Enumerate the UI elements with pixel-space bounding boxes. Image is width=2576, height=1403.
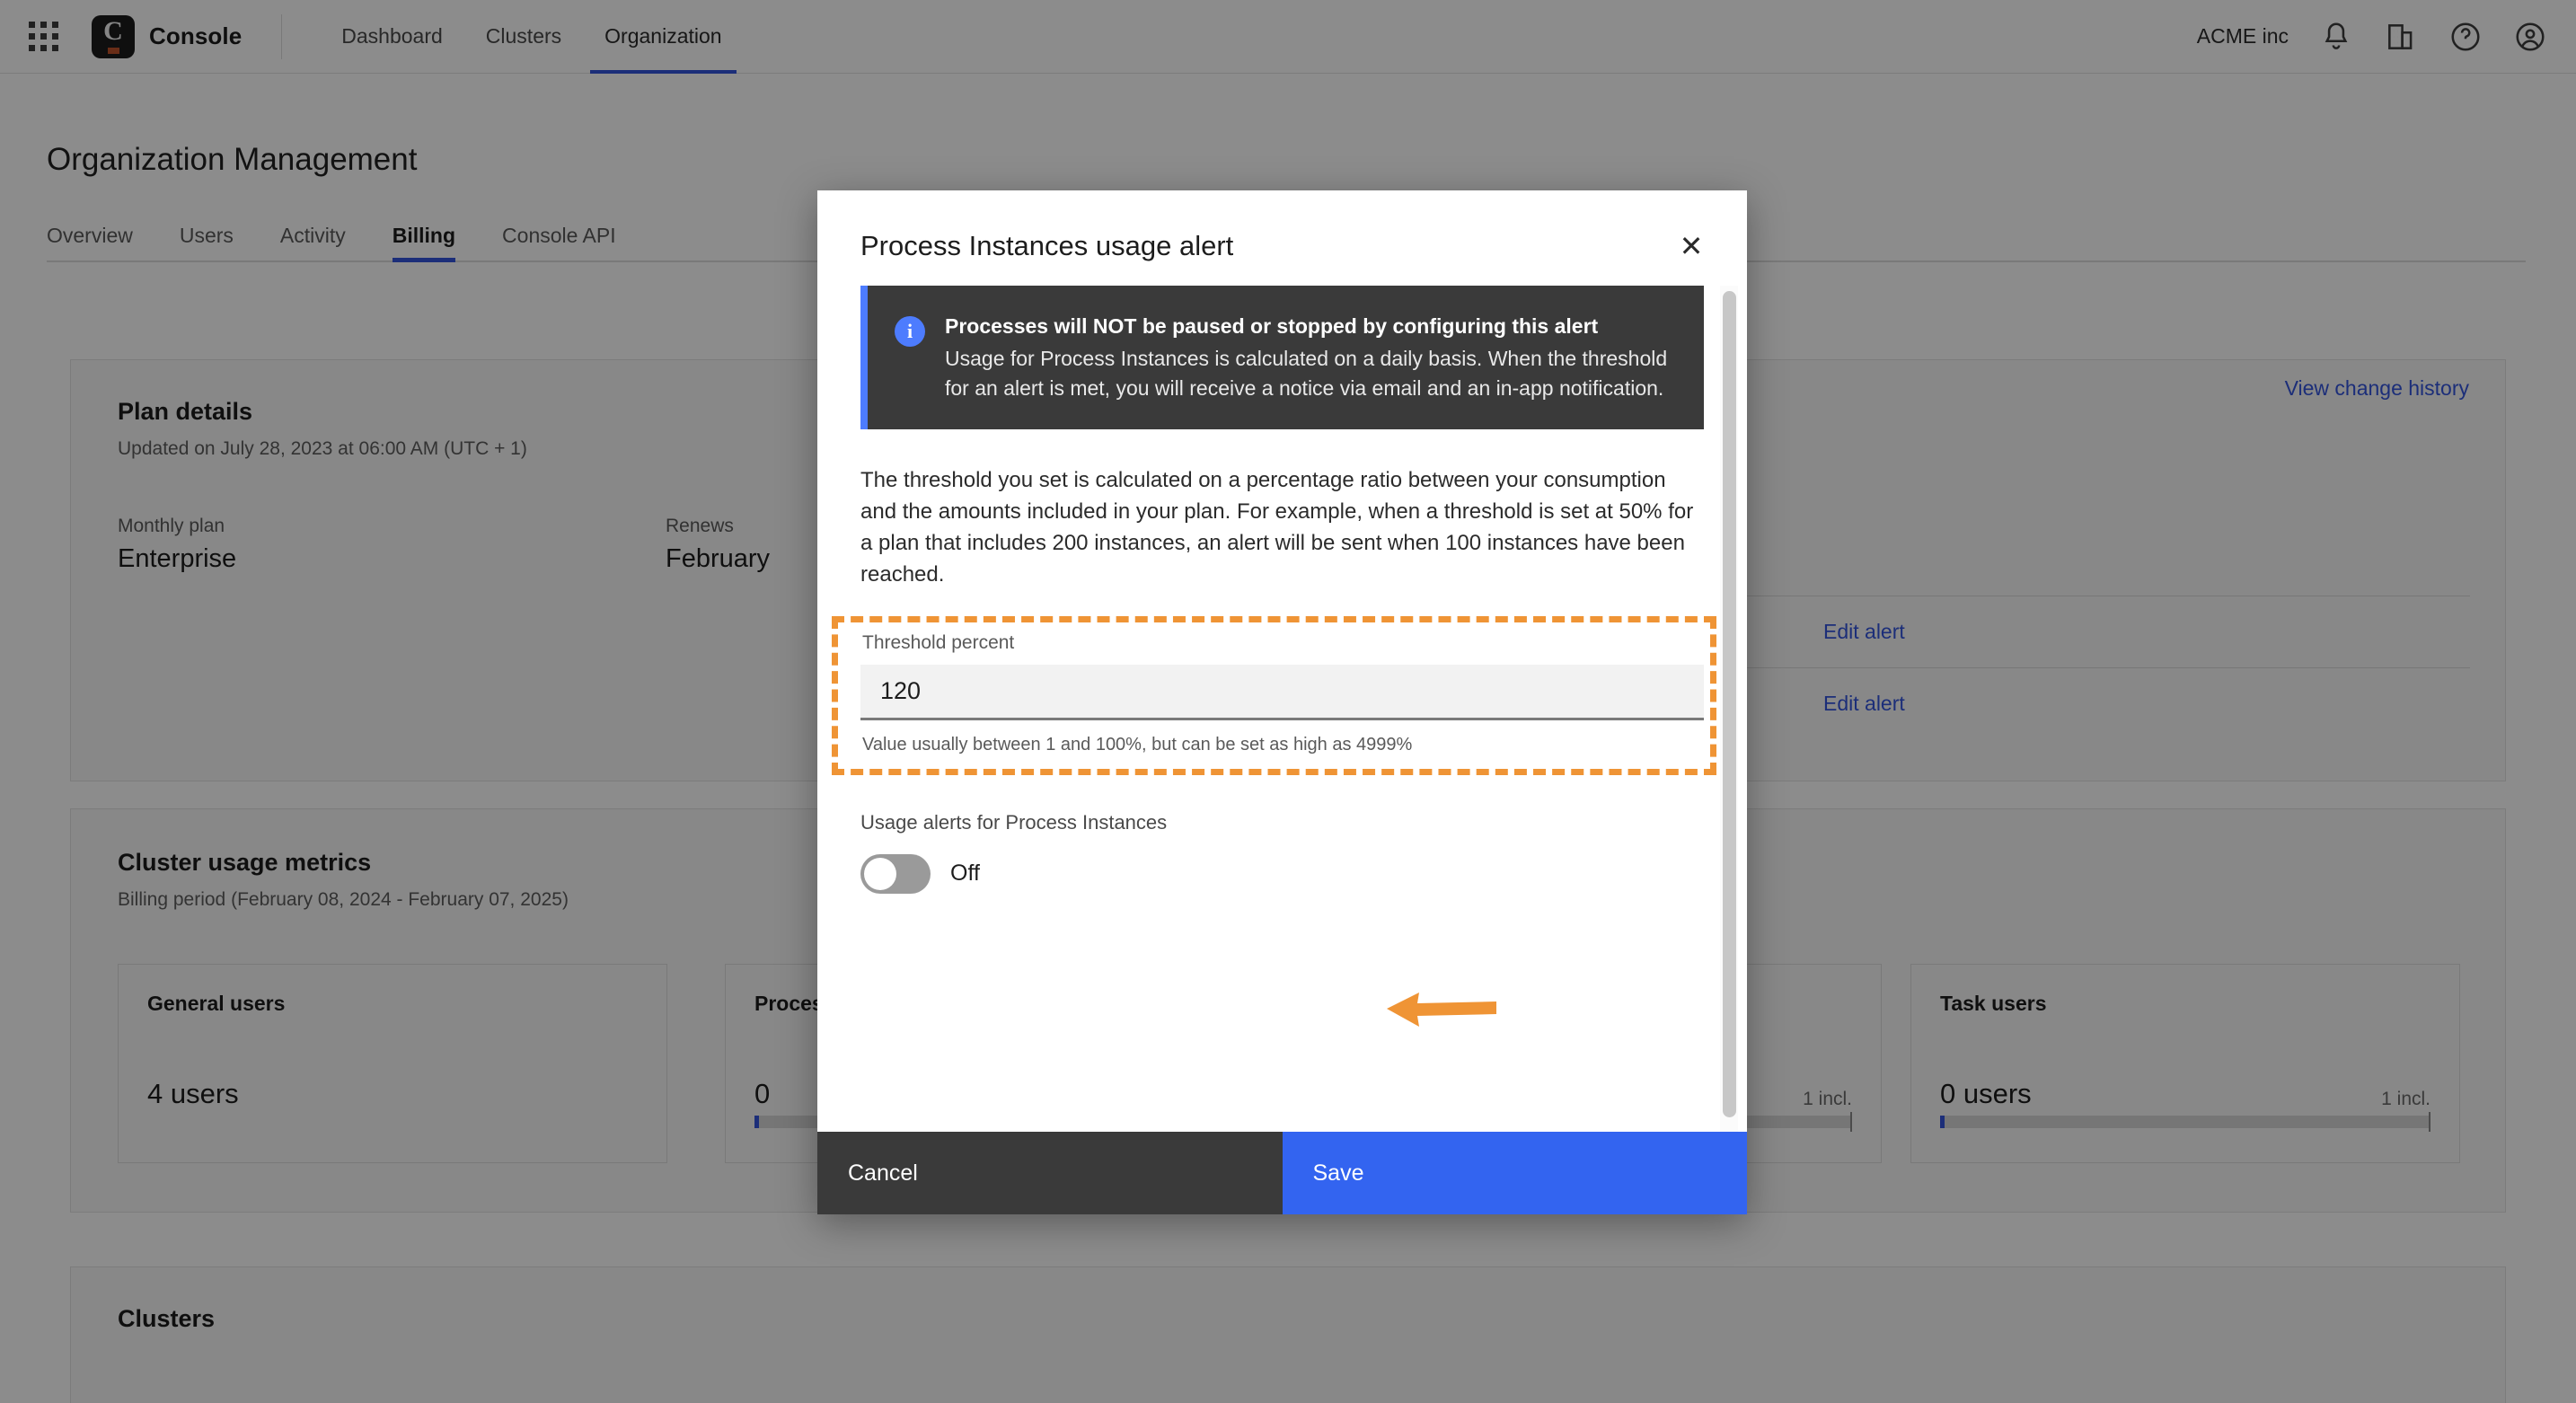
usage-alerts-toggle-state: Off: [950, 860, 980, 887]
close-x-icon[interactable]: ✕: [1673, 228, 1709, 264]
info-banner-body: Usage for Process Instances is calculate…: [945, 347, 1668, 400]
modal-description: The threshold you set is calculated on a…: [860, 468, 1694, 587]
usage-alerts-toggle-row: Off: [860, 853, 1704, 894]
usage-alerts-toggle[interactable]: [860, 853, 931, 894]
modal-scrollbar-thumb[interactable]: [1723, 291, 1736, 1117]
modal-body: i Processes will NOT be paused or stoppe…: [817, 286, 1747, 1132]
cancel-button[interactable]: Cancel: [817, 1132, 1283, 1214]
info-banner: i Processes will NOT be paused or stoppe…: [860, 286, 1704, 430]
info-banner-heading: Processes will NOT be paused or stopped …: [945, 314, 1599, 338]
app-root: C Console Dashboard Clusters Organizatio…: [0, 0, 2576, 1403]
modal-footer: Cancel Save: [817, 1132, 1747, 1214]
usage-alerts-toggle-label: Usage alerts for Process Instances: [860, 810, 1168, 834]
annotation-arrow-icon: [1387, 993, 1496, 1027]
threshold-percent-help: Value usually between 1 and 100%, but ca…: [862, 734, 1413, 754]
threshold-percent-input[interactable]: 120: [860, 664, 1704, 720]
info-icon: i: [895, 316, 925, 347]
save-button[interactable]: Save: [1282, 1132, 1747, 1214]
usage-alert-modal: Process Instances usage alert ✕ i Proces…: [817, 190, 1747, 1214]
threshold-percent-label: Threshold percent: [862, 631, 1015, 653]
modal-header: Process Instances usage alert ✕: [817, 190, 1747, 286]
threshold-field-group: Threshold percent 120 Value usually betw…: [832, 615, 1716, 775]
modal-title: Process Instances usage alert: [860, 230, 1234, 261]
